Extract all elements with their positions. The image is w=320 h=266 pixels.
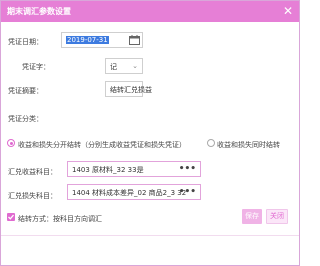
calendar-icon[interactable]	[129, 35, 140, 45]
period-end-exchange-dialog: 期末调汇参数设置 ✕ 凭证日期： 2019-07-31 凭证字： 记 ⌄ 凭证摘…	[0, 0, 300, 266]
chevron-down-icon: ⌄	[132, 62, 138, 70]
checkmark-icon	[8, 214, 14, 220]
more-icon[interactable]: •••	[179, 163, 196, 175]
voucher-summary-label: 凭证摘要：	[8, 87, 43, 95]
voucher-word-label: 凭证字：	[22, 63, 50, 71]
footer-divider	[1, 235, 299, 236]
method-label[interactable]: 结转方式：按科目方向调汇	[18, 214, 102, 224]
save-button[interactable]: 保存	[242, 209, 262, 224]
loss-account-label: 汇兑损失科目：	[8, 192, 57, 200]
close-button[interactable]: 关闭	[266, 209, 288, 224]
gain-account-value: 1403 原材料_32 33是	[72, 166, 144, 174]
more-icon[interactable]: •••	[179, 186, 196, 198]
option-combined-label[interactable]: 收益和损失同时结转	[217, 140, 280, 150]
close-icon[interactable]: ✕	[283, 4, 293, 18]
gain-account-label: 汇兑收益科目：	[8, 168, 57, 176]
voucher-category-label: 凭证分类：	[8, 115, 43, 123]
method-checkbox[interactable]	[7, 213, 15, 221]
loss-account-value: 1404 材料成本差异_02 商品2_3 32	[72, 189, 187, 197]
dialog-title: 期末调汇参数设置	[7, 7, 71, 16]
option-combined-radio[interactable]	[207, 139, 215, 147]
voucher-word-value: 记	[110, 63, 117, 71]
loss-account-field[interactable]: 1404 材料成本差异_02 商品2_3 32 •••	[67, 184, 201, 200]
option-separate-radio[interactable]	[7, 139, 15, 147]
voucher-summary-select[interactable]: 结转汇兑损益	[105, 81, 152, 97]
voucher-date-label: 凭证日期：	[8, 38, 43, 46]
gain-account-field[interactable]: 1403 原材料_32 33是 •••	[67, 161, 201, 177]
dialog-titlebar: 期末调汇参数设置 ✕	[1, 1, 299, 22]
voucher-word-select[interactable]: 记 ⌄	[105, 58, 143, 74]
option-separate-label[interactable]: 收益和损失分开结转（分别生成收益凭证和损失凭证）	[18, 140, 186, 150]
voucher-date-field[interactable]: 2019-07-31	[61, 32, 143, 48]
voucher-summary-value: 结转汇兑损益	[110, 86, 152, 94]
voucher-date-value: 2019-07-31	[66, 36, 109, 44]
